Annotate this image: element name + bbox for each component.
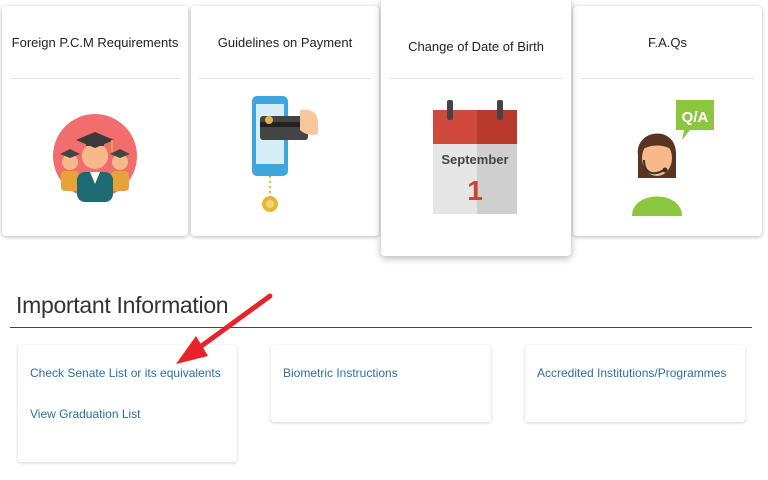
info-box-biometric: Biometric Instructions xyxy=(271,345,491,422)
card-foreign-pcm[interactable]: Foreign P.C.M Requirements xyxy=(2,6,188,236)
info-box-accredited: Accredited Institutions/Programmes xyxy=(525,345,745,422)
accredited-institutions-link[interactable]: Accredited Institutions/Programmes xyxy=(537,366,726,380)
card-change-dob[interactable]: Change of Date of Birth September 1 xyxy=(381,0,571,256)
qa-bubble-text: Q/A xyxy=(681,109,708,126)
mobile-payment-icon xyxy=(191,90,379,218)
card-faqs[interactable]: F.A.Qs Q/A xyxy=(573,6,762,236)
card-title: Foreign P.C.M Requirements xyxy=(10,6,180,79)
graduates-icon xyxy=(2,94,188,218)
card-guidelines-payment[interactable]: Guidelines on Payment xyxy=(191,6,379,236)
calendar-icon: September 1 xyxy=(381,100,571,216)
support-agent-icon: Q/A xyxy=(573,94,762,218)
card-title: F.A.Qs xyxy=(581,6,754,79)
card-title: Change of Date of Birth xyxy=(389,14,563,79)
service-cards: Foreign P.C.M Requirements Guidelines on… xyxy=(0,0,768,260)
card-title: Guidelines on Payment xyxy=(199,6,371,79)
calendar-month: September xyxy=(441,152,508,167)
calendar-day: 1 xyxy=(467,175,483,206)
check-senate-list-link[interactable]: Check Senate List or its equivalents xyxy=(30,366,221,380)
info-box-senate: Check Senate List or its equivalents Vie… xyxy=(18,345,237,462)
section-divider xyxy=(10,327,752,328)
biometric-instructions-link[interactable]: Biometric Instructions xyxy=(283,366,398,380)
view-graduation-list-link[interactable]: View Graduation List xyxy=(30,407,141,421)
section-title: Important Information xyxy=(16,292,229,318)
